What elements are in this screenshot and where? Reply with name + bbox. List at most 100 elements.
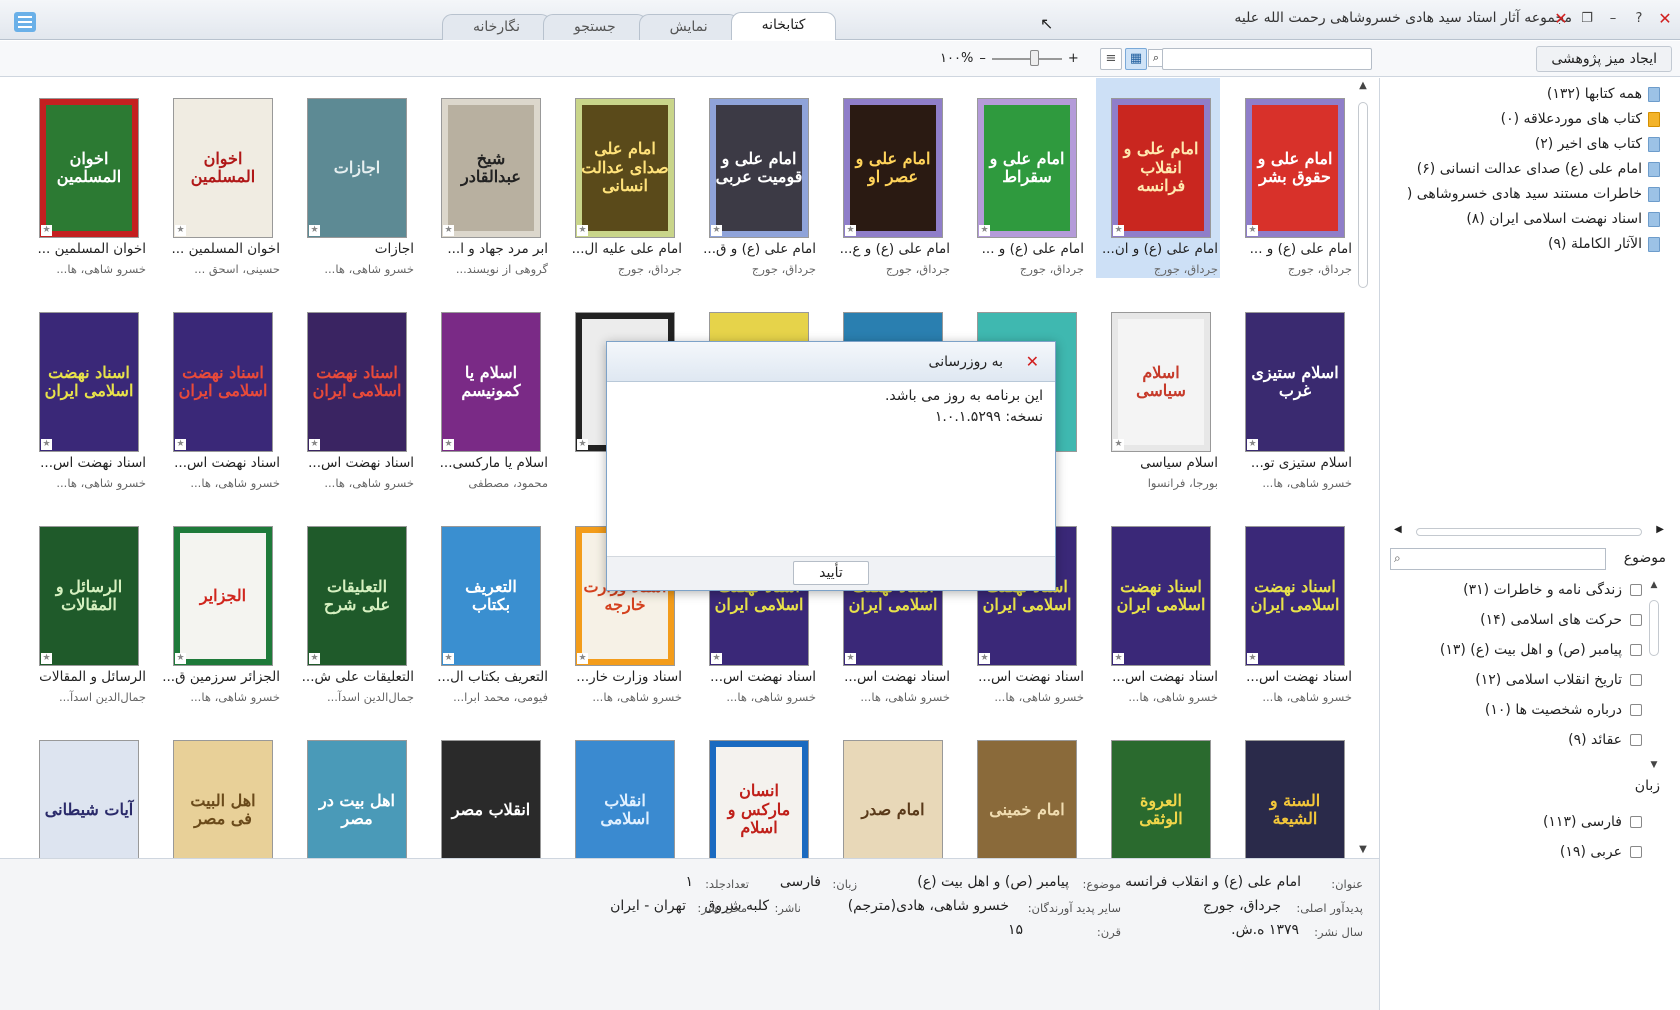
book-item[interactable]: امام خمینی★ xyxy=(962,720,1086,858)
favorite-star-icon[interactable]: ★ xyxy=(41,653,52,664)
book-cover[interactable]: شیخ عبدالقادر ★ xyxy=(441,98,541,238)
book-cover[interactable]: امام علی و قومیت عربی ★ xyxy=(709,98,809,238)
favorite-star-icon[interactable]: ★ xyxy=(1113,225,1124,236)
book-item[interactable]: اهل بیت در مصر★ xyxy=(292,720,416,858)
book-item[interactable]: اسلام سیاسی ★ اسلام سیاسی بورجا، فرانسوا xyxy=(1096,292,1220,492)
book-cover[interactable]: امام خمینی★ xyxy=(977,740,1077,858)
facet-subject-prophet[interactable]: پیامبر (ص) و اهل بیت (ع) (۱۳) xyxy=(1440,642,1642,658)
favorite-star-icon[interactable]: ★ xyxy=(979,225,990,236)
facet-language-persian[interactable]: فارسی (۱۱۳) xyxy=(1543,814,1642,830)
facet-subject-personalities[interactable]: درباره شخصیت ها (۱۰) xyxy=(1485,702,1642,718)
facet-language-arabic[interactable]: عربی (۱۹) xyxy=(1560,844,1642,860)
book-item[interactable]: اخوان المسلمین ★ اخوان المسلمین ... حسینی، … xyxy=(158,78,282,278)
scroll-up-icon[interactable]: ▲ xyxy=(1355,80,1371,94)
create-research-desk-button[interactable]: ایجاد میز پژوهشی xyxy=(1536,46,1672,72)
zoom-slider-thumb[interactable] xyxy=(1029,49,1039,66)
book-item[interactable]: امام علی و انقلاب فرانسه ★ امام علی (ع) و … xyxy=(1096,78,1220,278)
favorite-star-icon[interactable]: ★ xyxy=(443,653,454,664)
favorite-star-icon[interactable]: ★ xyxy=(711,225,722,236)
favorite-star-icon[interactable]: ★ xyxy=(41,225,52,236)
book-item[interactable]: اسلام یا کمونیسم ★ اسلام یا مارکسی... محمود… xyxy=(426,292,550,492)
facet-subject-memoirs[interactable]: زندگی نامه و خاطرات (۳۱) xyxy=(1463,582,1642,598)
checkbox[interactable] xyxy=(1630,734,1642,746)
book-cover[interactable]: اسناد نهضت اسلامی ایران ★ xyxy=(39,312,139,452)
book-item[interactable]: اسلام ستیزی غرب ★ اسلام ستیزی تو... خسرو شا… xyxy=(1230,292,1354,492)
book-cover[interactable]: العروة الوثقی★ xyxy=(1111,740,1211,858)
book-item[interactable]: امام علی و عصر او ★ امام علی (ع) و ع... جرد… xyxy=(828,78,952,278)
minimize-button[interactable]: – xyxy=(1602,8,1624,30)
book-item[interactable]: امام علی و قومیت عربی ★ امام علی (ع) و ق..… xyxy=(694,78,818,278)
book-item[interactable]: اسناد نهضت اسلامی ایران ★ اسناد نهضت اس...… xyxy=(292,292,416,492)
favorite-star-icon[interactable]: ★ xyxy=(577,653,588,664)
book-item[interactable]: اسناد نهضت اسلامی ایران ★ اسناد نهضت اس...… xyxy=(158,292,282,492)
favorite-star-icon[interactable]: ★ xyxy=(711,653,722,664)
zoom-out-button[interactable]: – xyxy=(979,51,986,66)
tab-library[interactable]: کتابخانه xyxy=(730,12,837,40)
book-item[interactable]: العروة الوثقی★ xyxy=(1096,720,1220,858)
book-cover[interactable]: اسناد نهضت اسلامی ایران ★ xyxy=(1111,526,1211,666)
favorite-star-icon[interactable]: ★ xyxy=(845,653,856,664)
favorite-star-icon[interactable]: ★ xyxy=(175,225,186,236)
checkbox[interactable] xyxy=(1630,816,1642,828)
book-cover[interactable]: التعریف بکتاب ★ xyxy=(441,526,541,666)
favorite-star-icon[interactable]: ★ xyxy=(41,439,52,450)
facet-scrollbar-thumb[interactable] xyxy=(1649,600,1659,656)
checkbox[interactable] xyxy=(1630,644,1642,656)
tab-view[interactable]: نمایش xyxy=(638,14,739,40)
book-cover[interactable]: الجزایر ★ xyxy=(173,526,273,666)
book-item[interactable]: الرسائل و المقالات ★ الرسائل و المقالات جما… xyxy=(24,506,148,706)
dialog-close-icon[interactable]: ✕ xyxy=(1026,352,1039,371)
favorite-star-icon[interactable]: ★ xyxy=(175,653,186,664)
scroll-down-icon[interactable]: ▼ xyxy=(1355,844,1371,858)
book-cover[interactable]: امام علی و حقوق بشر ★ xyxy=(1245,98,1345,238)
book-cover[interactable]: امام علی و انقلاب فرانسه ★ xyxy=(1111,98,1211,238)
book-item[interactable]: امام علی صدای عدالت انسانی ★ امام علی علیه… xyxy=(560,78,684,278)
ok-button[interactable]: تأیید xyxy=(793,561,869,585)
book-cover[interactable]: السنة و الشیعة★ xyxy=(1245,740,1345,858)
book-cover[interactable]: اسلام سیاسی ★ xyxy=(1111,312,1211,452)
book-item[interactable]: السنة و الشیعة★ xyxy=(1230,720,1354,858)
book-cover[interactable]: الرسائل و المقالات ★ xyxy=(39,526,139,666)
book-item[interactable]: التعریف بکتاب ★ التعریف بکتاب ال... فیومی، … xyxy=(426,506,550,706)
collection-favorites[interactable]: کتاب های موردعلاقه (۰) xyxy=(1501,111,1660,127)
book-cover[interactable]: انقلاب مصر★ xyxy=(441,740,541,858)
book-item[interactable]: اسناد نهضت اسلامی ایران ★ اسناد نهضت اس...… xyxy=(1096,506,1220,706)
checkbox[interactable] xyxy=(1630,584,1642,596)
scroll-up-icon[interactable]: ▲ xyxy=(1648,580,1660,590)
book-grid-scrollbar[interactable]: ▲ ▼ xyxy=(1355,80,1371,858)
collection-imam-ali[interactable]: امام علی (ع) صدای عدالت انسانی (۶) xyxy=(1417,161,1660,177)
hamburger-menu-icon[interactable] xyxy=(14,12,36,32)
scroll-left-icon[interactable]: ◀ xyxy=(1394,524,1402,535)
book-item[interactable]: التعلیقات علی شرح ★ التعلیقات علی ش... جمال… xyxy=(292,506,416,706)
favorite-star-icon[interactable]: ★ xyxy=(577,439,588,450)
book-item[interactable]: امام علی و حقوق بشر ★ امام علی (ع) و ... جر… xyxy=(1230,78,1354,278)
restore-button[interactable]: ❐ xyxy=(1576,8,1598,30)
favorite-star-icon[interactable]: ★ xyxy=(577,225,588,236)
collections-hscrollbar[interactable]: ◀ ▶ xyxy=(1394,524,1664,538)
checkbox[interactable] xyxy=(1630,674,1642,686)
grid-view-icon[interactable]: ▦ xyxy=(1125,48,1147,70)
book-cover[interactable]: اسناد نهضت اسلامی ایران ★ xyxy=(307,312,407,452)
tab-search[interactable]: جستجو xyxy=(542,14,647,40)
zoom-in-button[interactable]: + xyxy=(1068,51,1079,66)
favorite-star-icon[interactable]: ★ xyxy=(1113,653,1124,664)
book-item[interactable]: اجازات ★ اجازات خسرو شاهی، ها... xyxy=(292,78,416,278)
scroll-right-icon[interactable]: ▶ xyxy=(1656,524,1664,535)
facet-subject-revolution[interactable]: تاریخ انقلاب اسلامی (۱۲) xyxy=(1475,672,1642,688)
favorite-star-icon[interactable]: ★ xyxy=(979,653,990,664)
checkbox[interactable] xyxy=(1630,846,1642,858)
favorite-star-icon[interactable]: ★ xyxy=(845,225,856,236)
book-cover[interactable]: انقلاب اسلامی★ xyxy=(575,740,675,858)
collection-all-books[interactable]: همه کتابها (۱۳۲) xyxy=(1547,86,1660,102)
book-cover[interactable]: اهل البیت فی مصر★ xyxy=(173,740,273,858)
book-cover[interactable]: اسناد نهضت اسلامی ایران ★ xyxy=(1245,526,1345,666)
subject-search-input[interactable]: ⌕ xyxy=(1390,548,1606,570)
book-cover[interactable]: اجازات ★ xyxy=(307,98,407,238)
book-item[interactable]: انقلاب اسلامی★ xyxy=(560,720,684,858)
book-item[interactable]: امام علی و سقراط ★ امام علی (ع) و ... جرداق… xyxy=(962,78,1086,278)
favorite-star-icon[interactable]: ★ xyxy=(309,439,320,450)
scroll-down-icon[interactable]: ▼ xyxy=(1648,760,1660,770)
book-item[interactable]: اسناد نهضت اسلامی ایران ★ اسناد نهضت اس...… xyxy=(1230,506,1354,706)
book-cover[interactable]: انسان مارکس و اسلام★ xyxy=(709,740,809,858)
book-cover[interactable]: اخوان المسلمین ★ xyxy=(173,98,273,238)
